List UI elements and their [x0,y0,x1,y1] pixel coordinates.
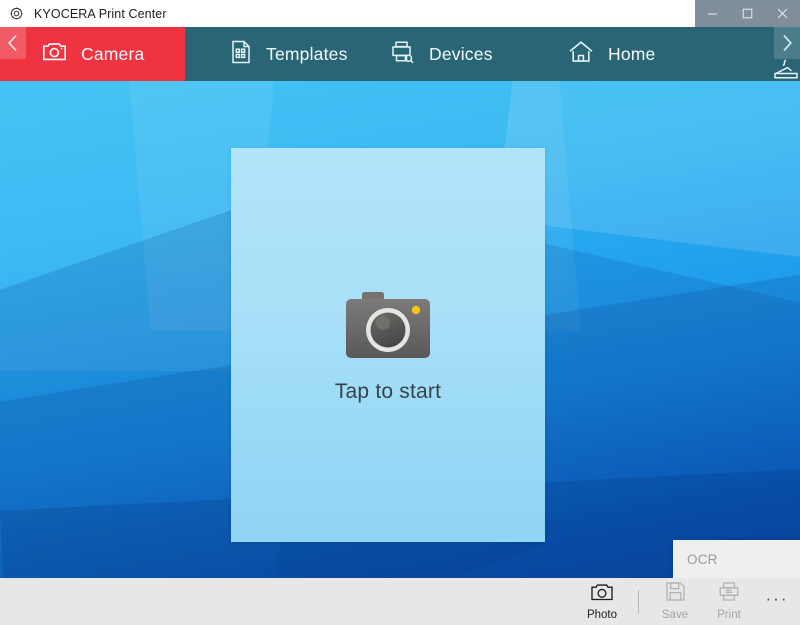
capture-canvas[interactable]: Tap to start [231,148,545,542]
ocr-label: OCR [687,552,718,567]
tap-to-start-label: Tap to start [334,380,442,403]
nav-item-camera[interactable]: Camera [0,27,185,81]
toolbar-separator [638,589,639,614]
tap-to-start-target[interactable]: Tap to start [335,286,441,404]
home-icon [568,40,594,68]
nav-label-devices: Devices [429,43,493,64]
camera-icon [42,41,67,67]
nav-item-devices[interactable]: Devices [370,27,555,81]
ocr-panel[interactable]: OCR [673,540,800,579]
bottom-toolbar: Photo Save Print ··· [0,578,800,625]
nav-label-camera: Camera [81,43,145,64]
camera-stage: Tap to start [0,81,800,578]
save-button[interactable]: Save [648,578,702,625]
window-controls [695,0,800,27]
nav-forward-button[interactable] [774,27,800,59]
nav-back-button[interactable] [0,27,26,59]
print-button[interactable]: Print [702,578,756,625]
more-options-button[interactable]: ··· [756,578,798,625]
nav-item-home[interactable]: Home [555,27,740,81]
app-window: KYOCERA Print Center Camera Templates De… [0,0,800,625]
printer-search-icon [390,40,415,69]
nav-label-home: Home [608,43,656,64]
gear-icon [8,5,25,22]
save-label: Save [661,609,689,621]
document-grid-icon [230,40,252,69]
save-disk-icon [665,582,685,606]
nav-label-templates: Templates [266,43,348,64]
main-navigation: Camera Templates Devices Home [0,27,800,81]
photo-button[interactable]: Photo [575,578,629,625]
printer-icon [719,582,739,606]
title-bar-left: KYOCERA Print Center [0,5,695,22]
maximize-button[interactable] [730,0,765,27]
minimize-button[interactable] [695,0,730,27]
close-button[interactable] [765,0,800,27]
print-label: Print [717,609,741,621]
window-title: KYOCERA Print Center [34,6,167,21]
scanner-icon[interactable] [774,56,800,82]
camera-icon [591,583,613,606]
photo-label: Photo [586,608,618,621]
nav-item-templates[interactable]: Templates [185,27,370,81]
title-bar: KYOCERA Print Center [0,0,800,27]
camera-icon [338,286,438,364]
